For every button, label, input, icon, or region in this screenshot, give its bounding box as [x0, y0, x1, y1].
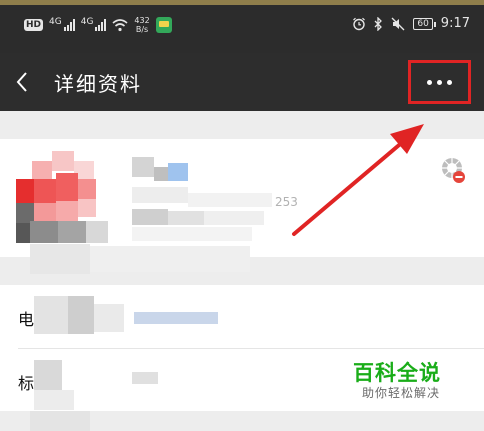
more-options-button[interactable] — [408, 60, 471, 104]
status-bar: HD 4G 4G 432 B/s 60 9:17 — [0, 0, 484, 53]
blurred-text — [30, 244, 90, 274]
blurred-text — [68, 296, 94, 334]
chevron-left-icon — [16, 72, 27, 92]
network-speed: 432 B/s — [134, 16, 149, 34]
blurred-text — [34, 390, 74, 410]
star-remove-icon[interactable] — [440, 156, 466, 186]
app-notification-icon — [155, 17, 172, 33]
avatar[interactable] — [16, 151, 108, 243]
row-label-tags: 标 — [18, 374, 35, 393]
watermark-title: 百科全说 — [353, 361, 441, 385]
back-button[interactable] — [8, 64, 44, 100]
bluetooth-icon — [374, 16, 383, 31]
watermark-subtitle: 助你轻松解决 — [362, 386, 441, 400]
status-bar-left: HD 4G 4G 432 B/s — [24, 16, 172, 34]
blurred-text — [30, 411, 90, 431]
blurred-text — [34, 296, 68, 334]
blurred-link[interactable] — [134, 312, 218, 324]
hd-badge: HD — [24, 19, 44, 31]
speed-unit: B/s — [135, 25, 149, 34]
blurred-text — [132, 372, 158, 384]
wifi-icon — [112, 18, 128, 31]
profile-card[interactable] — [0, 139, 484, 257]
divider — [18, 348, 484, 349]
speed-value: 432 — [134, 16, 150, 25]
network-type-1: 4G — [49, 16, 62, 27]
page-title: 详细资料 — [54, 72, 142, 96]
signal-icon — [95, 19, 107, 31]
battery-icon: 60 — [413, 17, 437, 30]
status-bar-right: 60 9:17 — [352, 16, 470, 31]
status-bar-accent — [0, 0, 484, 5]
alarm-icon — [353, 17, 366, 30]
id-suffix: 253 — [275, 195, 298, 209]
more-dots-icon — [427, 80, 452, 85]
blurred-text — [94, 304, 124, 332]
blurred-text — [34, 360, 62, 390]
blurred-text — [90, 246, 250, 272]
mute-icon — [391, 17, 405, 30]
clock: 9:17 — [440, 16, 470, 31]
network-type-2: 4G — [80, 16, 94, 27]
signal-icon — [63, 19, 75, 31]
row-label-phone: 电 — [18, 310, 35, 329]
